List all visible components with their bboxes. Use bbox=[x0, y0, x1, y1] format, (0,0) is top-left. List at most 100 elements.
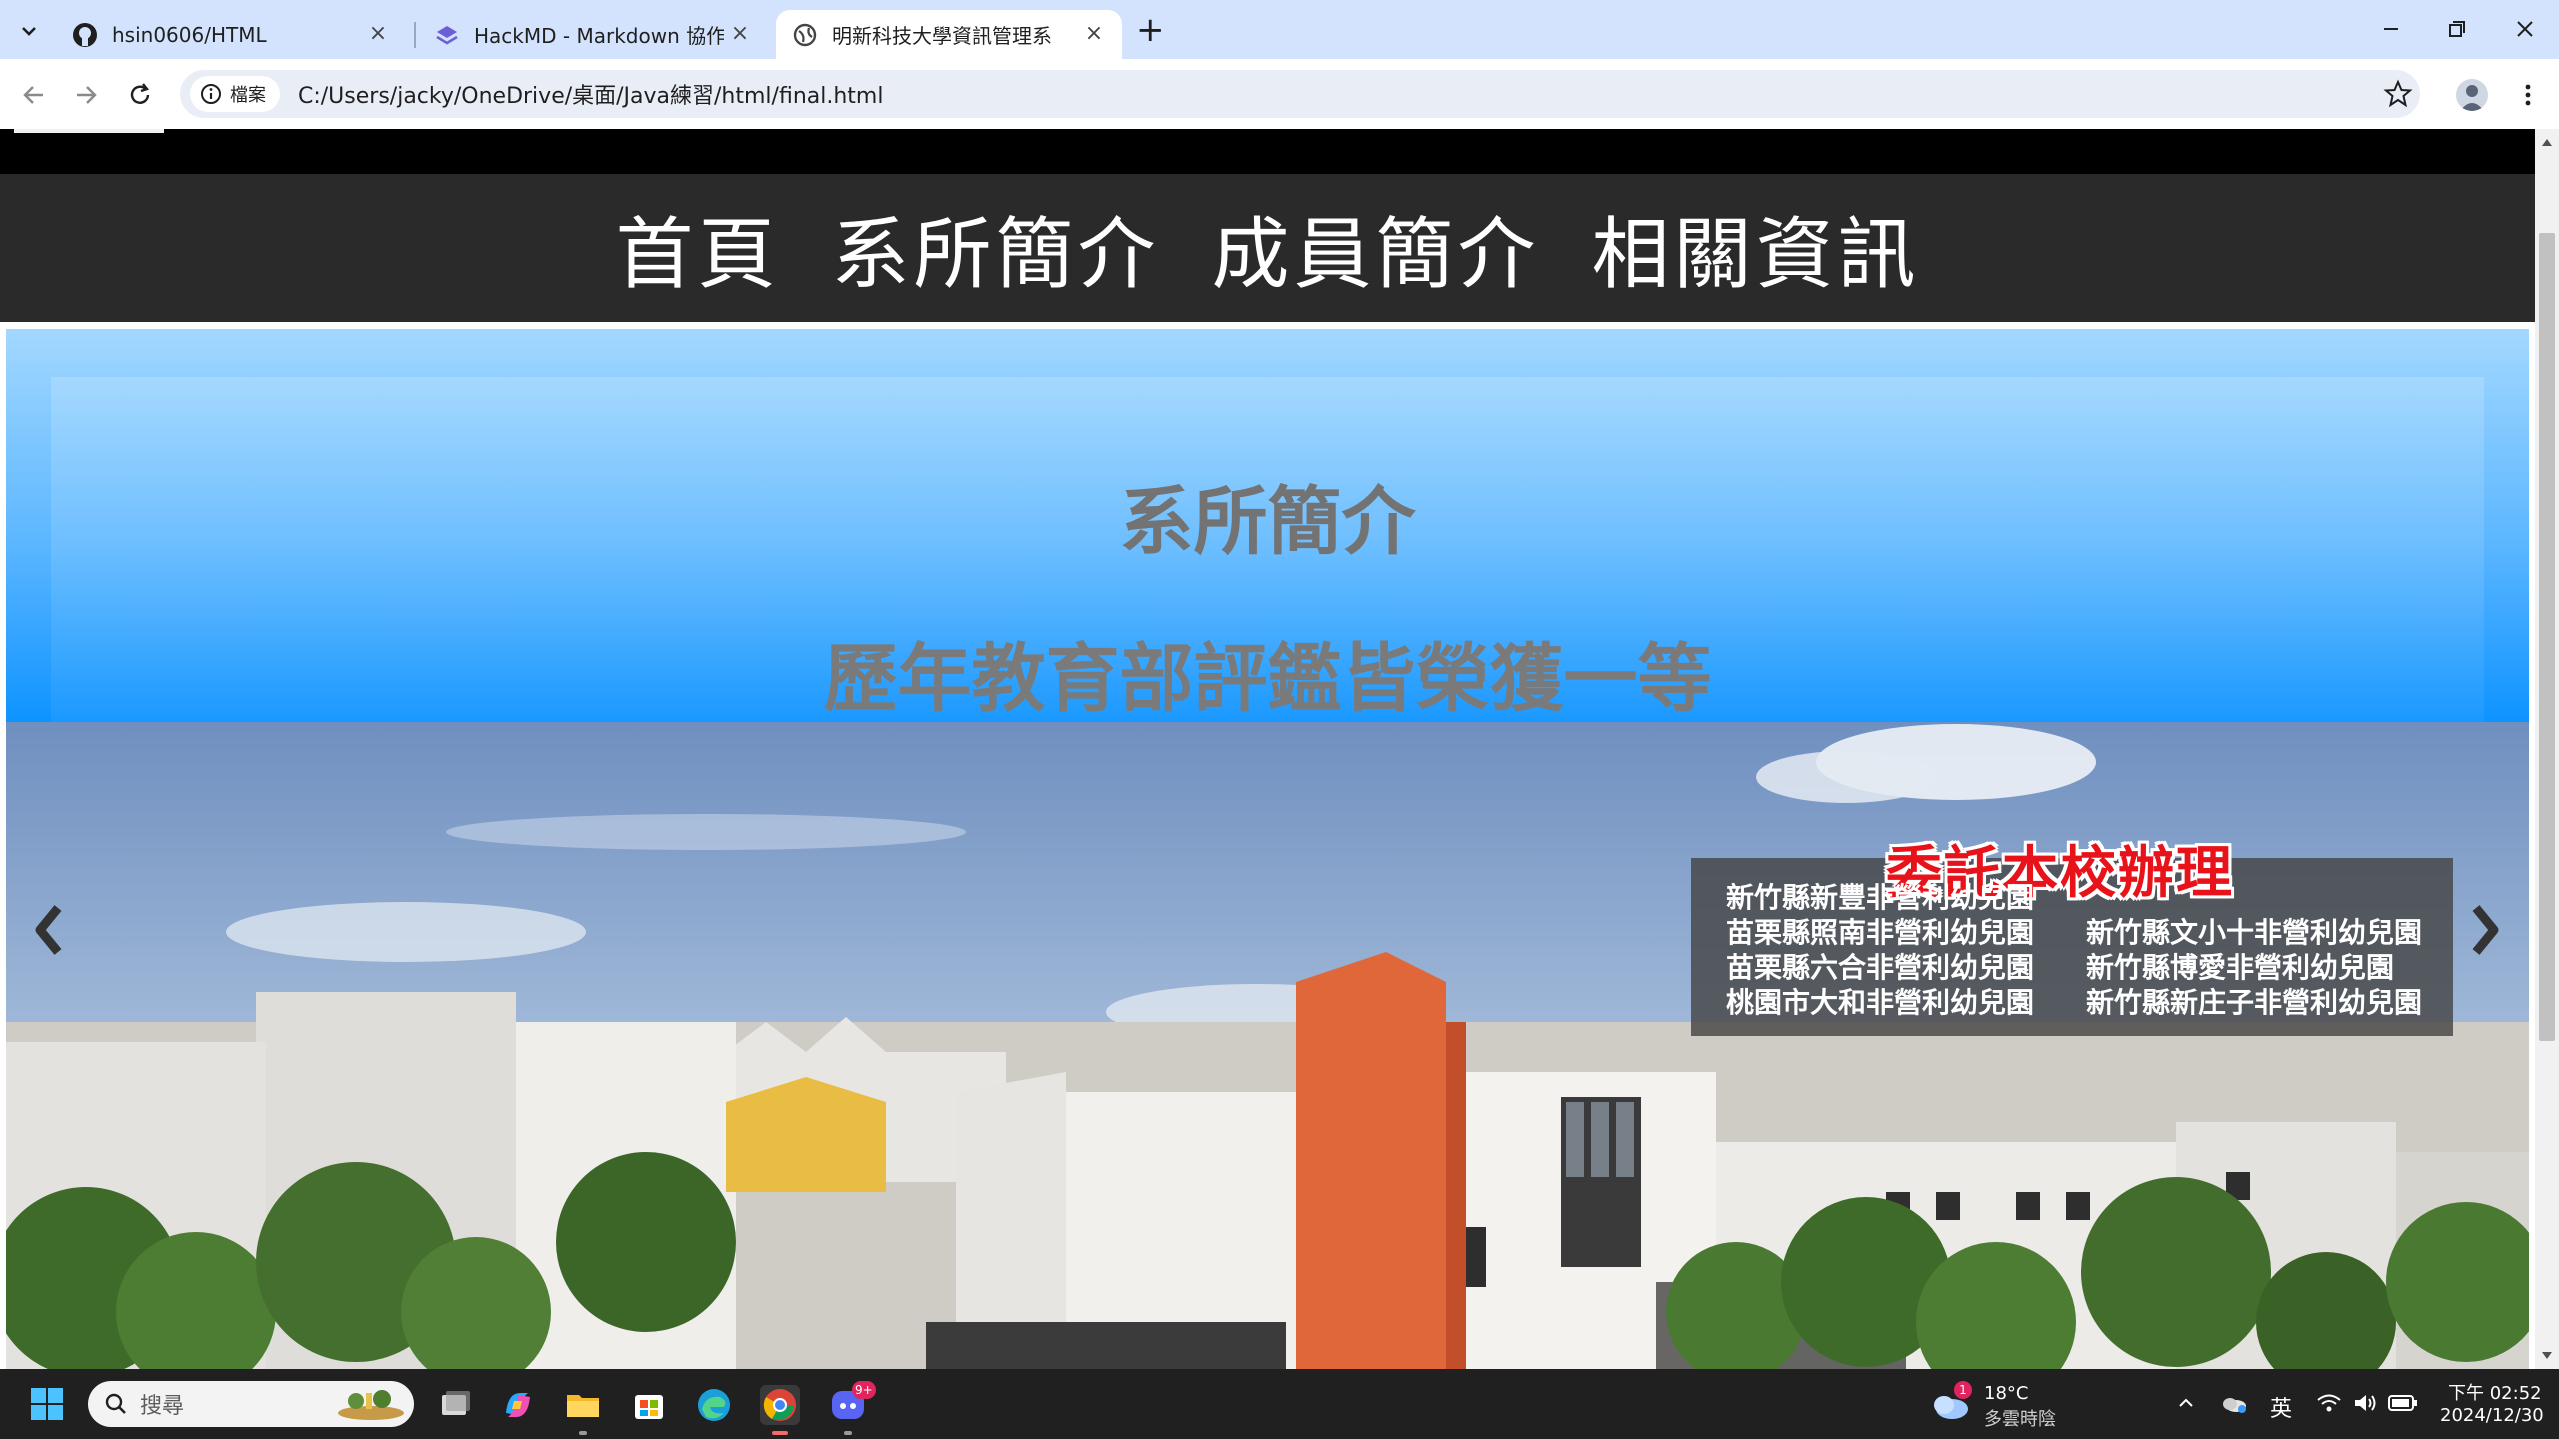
school-right-3: 新竹縣新庄子非營利幼兒園 bbox=[2086, 986, 2423, 1019]
start-button[interactable] bbox=[30, 1387, 64, 1421]
url-text[interactable]: C:/Users/jacky/OneDrive/桌面/Java練習/html/f… bbox=[298, 78, 883, 110]
clock-time[interactable]: 下午 02:52 bbox=[2448, 1379, 2542, 1405]
top-strip bbox=[0, 129, 2535, 174]
tab-title: hsin0606/HTML bbox=[112, 22, 267, 47]
profile-avatar[interactable] bbox=[2456, 79, 2488, 111]
close-window-button[interactable] bbox=[2510, 14, 2540, 44]
chrome-active-indicator bbox=[772, 1431, 788, 1435]
windows-taskbar: 搜尋 9+ 1 18°C 多雲時陰 英 下午 02:52 2024/12/30 bbox=[0, 1369, 2559, 1439]
chevron-right-icon bbox=[2472, 905, 2499, 955]
search-placeholder: 搜尋 bbox=[140, 1394, 185, 1419]
onedrive-icon[interactable] bbox=[2220, 1391, 2248, 1415]
battery-icon[interactable] bbox=[2388, 1393, 2418, 1413]
close-icon[interactable]: × bbox=[1082, 22, 1106, 46]
edge-icon bbox=[698, 1389, 730, 1421]
task-view-button[interactable] bbox=[434, 1385, 474, 1425]
hackmd-icon bbox=[436, 25, 458, 44]
discord-badge: 9+ bbox=[852, 1381, 876, 1399]
intro-section: 系所簡介 歷年教育部評鑑皆榮獲一等 bbox=[6, 329, 2529, 722]
globe-icon bbox=[793, 23, 817, 46]
chevron-up-icon[interactable] bbox=[2176, 1393, 2196, 1413]
arrow-left-icon bbox=[23, 86, 43, 104]
copilot-icon bbox=[506, 1393, 530, 1417]
web-page: 首頁 系所簡介 成員簡介 相關資訊 系所簡介 歷年教育部評鑑皆榮獲一等 委託本校… bbox=[0, 129, 2535, 1369]
main-nav: 首頁 系所簡介 成員簡介 相關資訊 bbox=[0, 174, 2535, 322]
input-method-indicator[interactable]: 英 bbox=[2270, 1391, 2292, 1423]
school-left-1: 新竹縣新豐非營利幼兒園 bbox=[1726, 881, 2035, 914]
tab-title: 明新科技大學資訊管理系 bbox=[832, 24, 1052, 48]
minimize-button[interactable] bbox=[2376, 14, 2406, 44]
more-vertical-icon bbox=[2525, 84, 2531, 106]
avatar-icon bbox=[2460, 85, 2484, 111]
taskbar-search[interactable]: 搜尋 bbox=[88, 1381, 414, 1427]
store-button[interactable] bbox=[629, 1385, 669, 1425]
school-right-1: 新竹縣文小十非營利幼兒園 bbox=[2086, 916, 2423, 949]
tab-title: HackMD - Markdown 協作知識 bbox=[474, 24, 724, 48]
arrow-right-icon bbox=[77, 86, 97, 104]
nav-home[interactable]: 首頁 bbox=[615, 192, 779, 304]
close-icon[interactable]: × bbox=[366, 22, 390, 46]
discord-running-indicator bbox=[844, 1431, 852, 1435]
github-icon bbox=[73, 22, 97, 47]
weather-description: 多雲時陰 bbox=[1984, 1409, 2056, 1430]
back-button[interactable] bbox=[16, 77, 52, 113]
volume-icon[interactable] bbox=[2352, 1391, 2378, 1415]
school-left-4: 桃園市大和非營利幼兒園 bbox=[1726, 986, 2035, 1019]
weather-widget[interactable]: 1 18°C 多雲時陰 bbox=[1930, 1381, 2070, 1430]
star-icon bbox=[2383, 79, 2413, 108]
chevron-left-icon bbox=[35, 905, 62, 955]
explorer-running-indicator bbox=[579, 1431, 587, 1435]
strip-highlight bbox=[14, 129, 164, 133]
scroll-thumb[interactable] bbox=[2539, 233, 2555, 1041]
new-tab-button[interactable]: + bbox=[1136, 10, 1165, 50]
carousel-prev-button[interactable] bbox=[28, 900, 68, 960]
info-icon bbox=[201, 84, 221, 104]
scroll-up-icon[interactable] bbox=[2541, 137, 2553, 147]
reload-icon bbox=[130, 83, 150, 104]
copilot-button[interactable] bbox=[498, 1385, 538, 1425]
scroll-down-icon[interactable] bbox=[2541, 1351, 2553, 1361]
browser-tab-bar: hsin0606/HTML × HackMD - Markdown 協作知識 ×… bbox=[0, 0, 2559, 59]
bookmark-button[interactable] bbox=[2382, 78, 2414, 110]
carousel-next-button[interactable] bbox=[2466, 900, 2506, 960]
task-view-icon bbox=[442, 1391, 470, 1415]
browser-menu-button[interactable] bbox=[2518, 79, 2538, 111]
image-carousel: 委託本校辦理 新竹縣新豐非營利幼兒園 苗栗縣照南非營利幼兒園 苗栗縣六合非營利幼… bbox=[6, 722, 2529, 1369]
folder-icon bbox=[567, 1395, 599, 1417]
tab-divider bbox=[414, 22, 416, 48]
browser-toolbar: 檔案 C:/Users/jacky/OneDrive/桌面/Java練習/htm… bbox=[0, 59, 2559, 129]
intro-title: 系所簡介 bbox=[1119, 479, 1416, 565]
tab-github[interactable]: hsin0606/HTML × bbox=[56, 10, 406, 59]
chevron-down-icon bbox=[22, 27, 36, 36]
chrome-button[interactable] bbox=[760, 1385, 800, 1425]
nav-info[interactable]: 相關資訊 bbox=[1592, 192, 1920, 304]
reload-button[interactable] bbox=[122, 77, 158, 113]
school-left-3: 苗栗縣六合非營利幼兒園 bbox=[1726, 951, 2035, 984]
tab-mingxin[interactable]: 明新科技大學資訊管理系 × bbox=[776, 10, 1122, 59]
campus-building-image bbox=[6, 722, 2529, 1369]
windows-logo-icon bbox=[31, 1388, 63, 1420]
school-left-2: 苗栗縣照南非營利幼兒園 bbox=[1726, 916, 2035, 949]
weather-temp: 18°C bbox=[1984, 1383, 2029, 1404]
edge-button[interactable] bbox=[694, 1385, 734, 1425]
intro-subtitle: 歷年教育部評鑑皆榮獲一等 bbox=[823, 636, 1712, 722]
minimize-icon bbox=[2384, 28, 2398, 30]
tab-hackmd[interactable]: HackMD - Markdown 協作知識 × bbox=[418, 10, 768, 59]
page-scrollbar[interactable] bbox=[2535, 129, 2559, 1369]
nav-members[interactable]: 成員簡介 bbox=[1212, 192, 1540, 304]
wifi-icon[interactable] bbox=[2316, 1391, 2342, 1415]
file-explorer-button[interactable] bbox=[563, 1385, 603, 1425]
address-bar[interactable]: 檔案 C:/Users/jacky/OneDrive/桌面/Java練習/htm… bbox=[180, 70, 2420, 118]
nav-department[interactable]: 系所簡介 bbox=[831, 192, 1159, 304]
forward-button[interactable] bbox=[68, 77, 104, 113]
site-info-label: 檔案 bbox=[230, 85, 266, 106]
store-icon bbox=[635, 1395, 663, 1419]
tab-search-button[interactable] bbox=[14, 16, 44, 46]
site-info-chip[interactable]: 檔案 bbox=[190, 76, 280, 112]
close-icon[interactable]: × bbox=[728, 22, 752, 46]
search-highlight-icon bbox=[338, 1390, 404, 1420]
clock-date[interactable]: 2024/12/30 bbox=[2440, 1405, 2544, 1426]
restore-icon bbox=[2449, 21, 2465, 37]
search-icon bbox=[105, 1393, 126, 1414]
restore-button[interactable] bbox=[2442, 14, 2472, 44]
